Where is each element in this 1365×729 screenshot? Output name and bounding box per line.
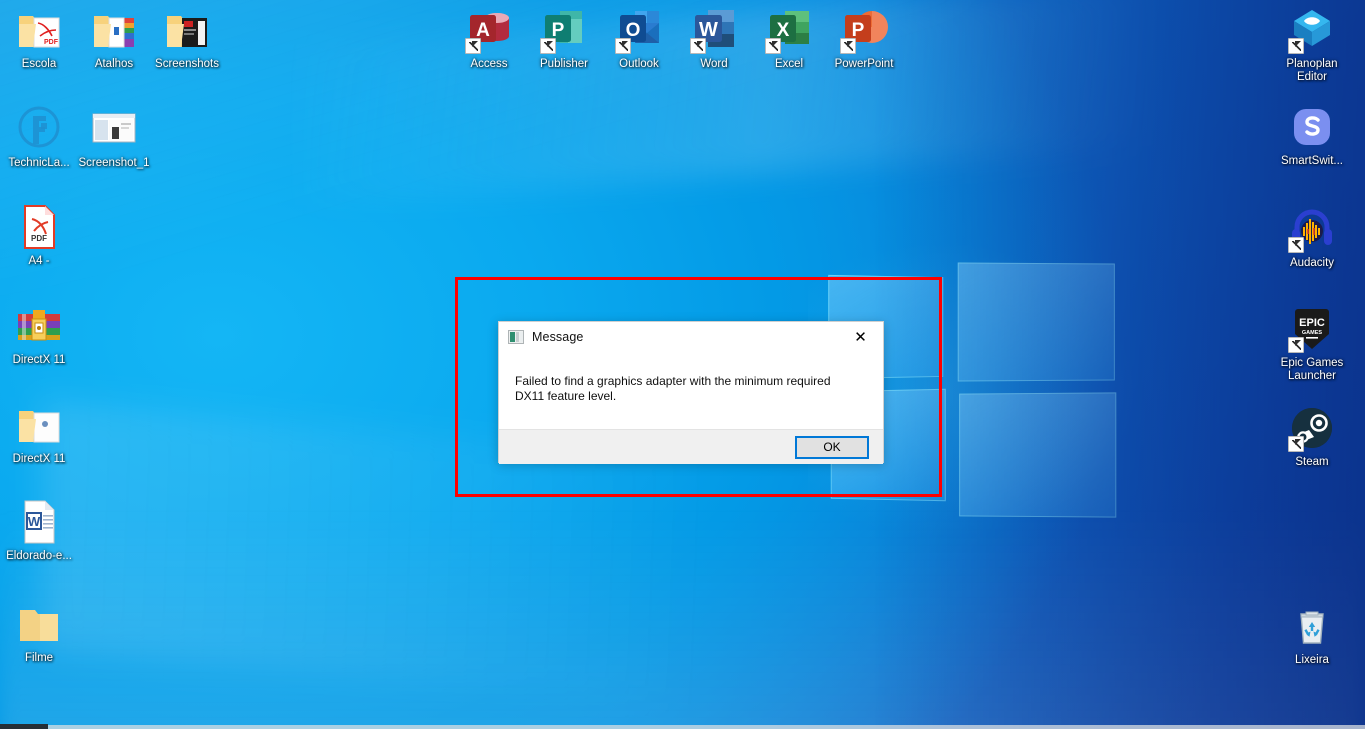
- message-dialog[interactable]: Message ✕ Failed to find a graphics adap…: [498, 321, 884, 464]
- folder-open-dark-icon: [163, 6, 211, 54]
- planoplan-icon: [1288, 6, 1336, 54]
- desktop-icon-powerpoint[interactable]: P PowerPoint: [827, 6, 901, 71]
- desktop-icon-label: Word: [700, 58, 728, 70]
- desktop-icon-smartswitch[interactable]: SmartSwit...: [1275, 103, 1349, 168]
- svg-text:GAMES: GAMES: [1302, 330, 1323, 336]
- desktop-icon-label: Filme: [24, 652, 54, 664]
- recycle-bin-icon: [1288, 602, 1336, 650]
- desktop-icon-screenshot-1[interactable]: Screenshot_1: [77, 105, 151, 170]
- taskbar-edge-strip: [0, 724, 1365, 729]
- dialog-title: Message: [532, 330, 584, 344]
- folder-open-pdf-icon: PDF: [15, 6, 63, 54]
- folder-open-icon: [15, 401, 63, 449]
- shortcut-arrow-icon: [690, 38, 706, 54]
- desktop-icon-label: Escola: [21, 58, 57, 70]
- desktop-icon-label: Epic Games Launcher: [1280, 357, 1344, 382]
- taskbar-edge-dark: [0, 724, 48, 729]
- epic-games-icon: EPIC GAMES: [1288, 305, 1336, 353]
- ms-access-icon: A: [465, 6, 513, 54]
- ms-powerpoint-icon: P: [840, 6, 888, 54]
- dialog-footer: OK: [499, 429, 883, 464]
- desktop-icon-directx-11-rar[interactable]: DirectX 11: [2, 302, 76, 367]
- desktop-icon-label: Lixeira: [1295, 654, 1329, 666]
- desktop-icon-eldorado-doc[interactable]: W Eldorado-e...: [2, 498, 76, 563]
- pdf-document-icon: PDF: [15, 203, 63, 251]
- svg-text:EPIC: EPIC: [1299, 317, 1325, 329]
- svg-text:PDF: PDF: [31, 234, 47, 243]
- desktop-icon-access[interactable]: A Access: [452, 6, 526, 71]
- desktop-icon-planoplan-editor[interactable]: Planoplan Editor: [1275, 6, 1349, 84]
- desktop-icon-label: SmartSwit...: [1281, 155, 1343, 167]
- desktop-icon-techniclauncher[interactable]: TechnicLa...: [2, 105, 76, 170]
- svg-text:PDF: PDF: [44, 39, 59, 46]
- desktop-icon-label: Publisher: [540, 58, 588, 70]
- shortcut-arrow-icon: [840, 38, 856, 54]
- shortcut-arrow-icon: [1288, 337, 1304, 353]
- desktop-icon-label: Eldorado-e...: [6, 550, 72, 562]
- desktop-icon-label: DirectX 11: [12, 453, 66, 465]
- ms-excel-icon: X: [765, 6, 813, 54]
- ms-publisher-icon: P: [540, 6, 588, 54]
- ok-button[interactable]: OK: [795, 435, 869, 459]
- folder-open-color-icon: [90, 6, 138, 54]
- technic-launcher-icon: [15, 105, 63, 153]
- desktop-icon-label: Excel: [774, 58, 804, 70]
- winrar-archive-icon: [15, 302, 63, 350]
- desktop-icon-excel[interactable]: X Excel: [752, 6, 826, 71]
- steam-icon: [1288, 404, 1336, 452]
- desktop-icon-label: A4 -: [28, 255, 50, 267]
- desktop-icon-escola[interactable]: PDF Escola: [2, 6, 76, 71]
- desktop-icon-label: Access: [470, 58, 508, 70]
- desktop-icon-outlook[interactable]: O Outlook: [602, 6, 676, 71]
- desktop-icon-audacity[interactable]: Audacity: [1275, 205, 1349, 270]
- shortcut-arrow-icon: [1288, 38, 1304, 54]
- desktop-icon-steam[interactable]: Steam: [1275, 404, 1349, 469]
- desktop-icon-publisher[interactable]: P Publisher: [527, 6, 601, 71]
- desktop-icon-label: Steam: [1295, 456, 1329, 468]
- desktop-icon-filme[interactable]: Filme: [2, 600, 76, 665]
- ms-word-icon: W: [690, 6, 738, 54]
- audacity-icon: [1288, 205, 1336, 253]
- desktop-icon-screenshots[interactable]: Screenshots: [150, 6, 224, 71]
- desktop-icon-label: Screenshot_1: [78, 157, 150, 169]
- smartswitch-icon: [1288, 103, 1336, 151]
- image-thumbnail-icon: [90, 105, 138, 153]
- taskbar-edge-light: [48, 725, 1365, 729]
- application-icon: [508, 330, 524, 344]
- svg-text:W: W: [28, 514, 41, 529]
- word-document-icon: W: [15, 498, 63, 546]
- shortcut-arrow-icon: [765, 38, 781, 54]
- shortcut-arrow-icon: [1288, 436, 1304, 452]
- desktop[interactable]: PDF Escola Atalhos Screenshots TechnicLa... S…: [0, 0, 1365, 729]
- desktop-icon-label: Audacity: [1289, 257, 1335, 269]
- desktop-icon-word[interactable]: W Word: [677, 6, 751, 71]
- dialog-titlebar[interactable]: Message ✕: [499, 322, 883, 352]
- desktop-icon-a4-pdf[interactable]: PDF A4 -: [2, 203, 76, 268]
- desktop-icon-label: Screenshots: [155, 58, 219, 70]
- folder-closed-icon: [15, 600, 63, 648]
- desktop-icon-label: DirectX 11: [12, 354, 66, 366]
- close-icon[interactable]: ✕: [838, 322, 883, 352]
- dialog-message-text: Failed to find a graphics adapter with t…: [515, 374, 831, 403]
- desktop-icon-label: Outlook: [619, 58, 659, 70]
- desktop-icon-label: PowerPoint: [834, 58, 894, 70]
- ms-outlook-icon: O: [615, 6, 663, 54]
- desktop-icon-atalhos[interactable]: Atalhos: [77, 6, 151, 71]
- shortcut-arrow-icon: [465, 38, 481, 54]
- shortcut-arrow-icon: [615, 38, 631, 54]
- desktop-icon-epic-games-launcher[interactable]: EPIC GAMES Epic Games Launcher: [1275, 305, 1349, 383]
- shortcut-arrow-icon: [1288, 237, 1304, 253]
- desktop-icon-directx-11-folder[interactable]: DirectX 11: [2, 401, 76, 466]
- shortcut-arrow-icon: [540, 38, 556, 54]
- desktop-icon-lixeira[interactable]: Lixeira: [1275, 602, 1349, 667]
- desktop-icon-label: Atalhos: [94, 58, 134, 70]
- desktop-icon-label: Planoplan Editor: [1286, 58, 1338, 83]
- desktop-icon-label: TechnicLa...: [8, 157, 70, 169]
- dialog-body: Failed to find a graphics adapter with t…: [499, 352, 883, 429]
